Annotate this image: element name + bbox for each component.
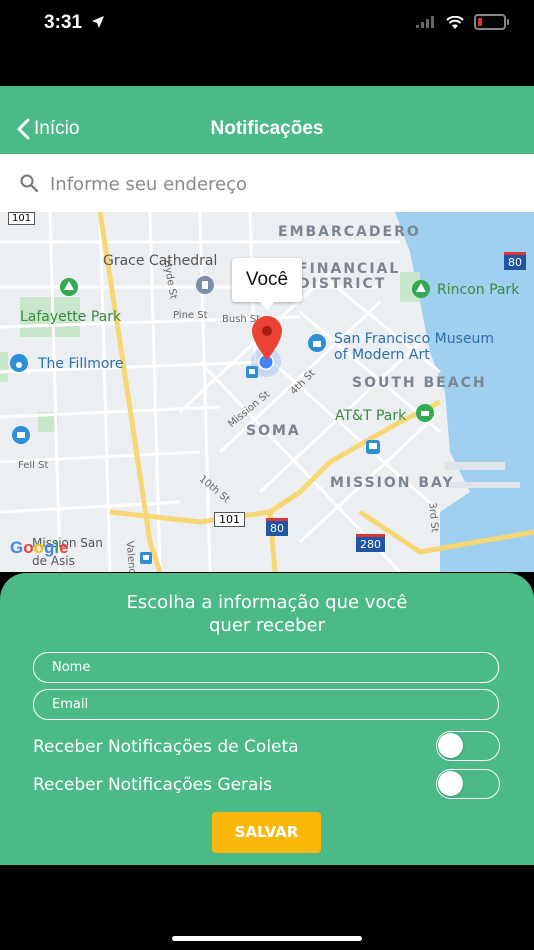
map-label-lafayette-park: Lafayette Park bbox=[20, 309, 122, 325]
location-callout: Você bbox=[232, 258, 302, 310]
interstate-80-shield: 80 bbox=[504, 252, 526, 270]
church-icon bbox=[196, 276, 214, 294]
map-view[interactable]: EMBARCADERO Grace Cathedral FINANCIAL DI… bbox=[0, 212, 534, 572]
interstate-80-shield-2: 80 bbox=[266, 518, 288, 536]
signal-icon bbox=[416, 16, 434, 28]
park-icon bbox=[60, 278, 78, 296]
search-icon bbox=[20, 174, 38, 192]
save-button[interactable]: SALVAR bbox=[212, 812, 321, 853]
page-title: Notificações bbox=[210, 118, 324, 139]
toggle-knob bbox=[438, 771, 463, 796]
toggle-gerais-label: Receber Notificações Gerais bbox=[33, 775, 273, 795]
wifi-icon bbox=[446, 15, 464, 29]
map-label-district: DISTRICT bbox=[298, 276, 387, 292]
map-label-embarcadero: EMBARCADERO bbox=[278, 224, 421, 240]
attraction-icon bbox=[12, 426, 30, 444]
navigation-bar: Início Notificações bbox=[0, 86, 534, 154]
map-pin-icon[interactable] bbox=[252, 316, 282, 360]
home-indicator bbox=[172, 936, 362, 941]
search-bar bbox=[0, 154, 534, 213]
form-heading: Escolha a informação que você quer receb… bbox=[0, 591, 534, 637]
museum-icon bbox=[308, 334, 326, 352]
map-label-south-beach: SOUTH BEACH bbox=[352, 375, 487, 391]
google-logo: Google bbox=[10, 538, 69, 557]
status-bar: 3:31 bbox=[0, 0, 534, 48]
map-label-fillmore: The Fillmore bbox=[38, 356, 124, 372]
battery-icon bbox=[474, 14, 509, 30]
map-label-sfmoma: San Francisco Museum bbox=[334, 331, 494, 347]
street-fell: Fell St bbox=[18, 460, 49, 471]
address-search-input[interactable] bbox=[48, 169, 512, 199]
email-field[interactable] bbox=[33, 689, 499, 720]
street-pine: Pine St bbox=[173, 310, 208, 321]
highway-101-shield-2: 101 bbox=[214, 512, 245, 527]
map-label-sfmoma-2: of Modern Art bbox=[334, 347, 430, 363]
toggle-coleta-label: Receber Notificações de Coleta bbox=[33, 737, 299, 757]
toggle-gerais-switch[interactable] bbox=[436, 769, 500, 799]
status-icons bbox=[416, 14, 509, 30]
toggle-coleta-switch[interactable] bbox=[436, 731, 500, 761]
name-field[interactable] bbox=[33, 652, 499, 683]
map-label-soma: SOMA bbox=[246, 423, 301, 439]
music-venue-icon bbox=[10, 354, 28, 372]
highway-101-shield: 101 bbox=[8, 212, 36, 225]
interstate-280-shield: 280 bbox=[356, 534, 385, 552]
form-heading-line-1: Escolha a informação que você bbox=[126, 592, 408, 613]
map-label-att-park: AT&T Park bbox=[335, 408, 407, 424]
map-label-mission-bay: MISSION BAY bbox=[330, 475, 455, 491]
transit-icon-3 bbox=[140, 552, 152, 564]
stadium-icon bbox=[416, 404, 434, 422]
location-arrow-icon bbox=[92, 16, 104, 28]
notification-form-panel: Escolha a informação que você quer receb… bbox=[0, 573, 534, 865]
map-label-rincon-park: Rincon Park bbox=[437, 282, 520, 298]
toggle-knob bbox=[438, 733, 463, 758]
form-heading-line-2: quer receber bbox=[209, 615, 325, 636]
map-label-financial: FINANCIAL bbox=[298, 261, 401, 277]
transit-icon bbox=[366, 440, 380, 454]
clock: 3:31 bbox=[44, 12, 83, 33]
park-icon-2 bbox=[412, 280, 430, 298]
